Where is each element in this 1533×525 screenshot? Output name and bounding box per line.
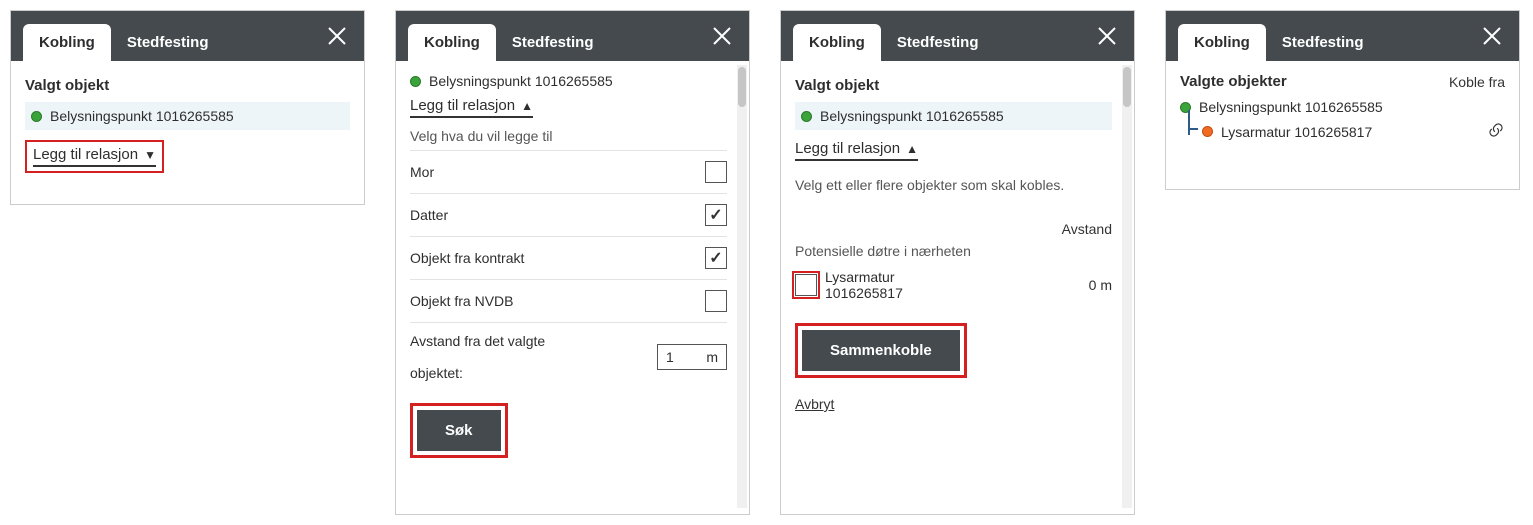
chevron-down-icon: ▼ xyxy=(144,148,156,162)
close-icon[interactable] xyxy=(1475,19,1509,53)
candidate-row: Lysarmatur 1016265817 0 m xyxy=(795,265,1112,305)
checkbox-kontrakt[interactable] xyxy=(705,247,727,269)
helper-text: Velg ett eller flere objekter som skal k… xyxy=(795,177,1112,193)
tree-child-name: Lysarmatur 1016265817 xyxy=(1221,124,1372,140)
add-relation-toggle[interactable]: Legg til relasjon ▲ xyxy=(795,140,918,161)
panel-header: Kobling Stedfesting xyxy=(781,11,1134,61)
tab-kobling[interactable]: Kobling xyxy=(408,24,496,61)
option-row-mor: Mor xyxy=(410,150,727,193)
status-dot-icon xyxy=(801,111,812,122)
selected-object-heading: Valgt objekt xyxy=(795,77,1112,94)
close-icon[interactable] xyxy=(1090,19,1124,53)
distance-label-1: Avstand fra det valgte xyxy=(410,333,545,349)
tab-kobling[interactable]: Kobling xyxy=(793,24,881,61)
tree-parent-row[interactable]: Belysningspunkt 1016265585 xyxy=(1180,96,1505,118)
helper-text: Velg hva du vil legge til xyxy=(410,128,727,144)
highlight-box: Sammenkoble xyxy=(795,323,967,378)
selected-object-heading: Valgt objekt xyxy=(25,77,350,94)
status-dot-icon xyxy=(410,76,421,87)
add-relation-label: Legg til relasjon xyxy=(410,97,515,114)
chevron-up-icon: ▲ xyxy=(906,142,918,156)
selected-object-row[interactable]: Belysningspunkt 1016265585 xyxy=(795,102,1112,130)
tab-kobling[interactable]: Kobling xyxy=(1178,24,1266,61)
add-relation-label: Legg til relasjon xyxy=(33,146,138,163)
add-relation-toggle[interactable]: Legg til relasjon ▼ xyxy=(33,146,156,167)
option-label: Datter xyxy=(410,207,448,223)
status-dot-icon xyxy=(31,111,42,122)
selected-object-row[interactable]: Belysningspunkt 1016265585 xyxy=(25,102,350,130)
close-icon[interactable] xyxy=(320,19,354,53)
checkbox-datter[interactable] xyxy=(705,204,727,226)
tree-child-row[interactable]: Lysarmatur 1016265817 xyxy=(1180,118,1505,145)
highlight-box: Søk xyxy=(410,403,508,458)
option-row-datter: Datter xyxy=(410,193,727,236)
highlight-box: Legg til relasjon ▼ xyxy=(25,140,164,173)
close-icon[interactable] xyxy=(705,19,739,53)
tab-kobling[interactable]: Kobling xyxy=(23,24,111,61)
connect-button[interactable]: Sammenkoble xyxy=(802,330,960,371)
add-relation-label: Legg til relasjon xyxy=(795,140,900,157)
cancel-link[interactable]: Avbryt xyxy=(795,396,834,412)
tree-parent-name: Belysningspunkt 1016265585 xyxy=(1199,99,1383,115)
tab-stedfesting[interactable]: Stedfesting xyxy=(881,24,995,61)
panel-body: Valgte objekter Koble fra Belysningspunk… xyxy=(1166,61,1519,189)
selected-object-name: Belysningspunkt 1016265585 xyxy=(50,108,234,124)
panel-step-2: Kobling Stedfesting Belysningspunkt 1016… xyxy=(395,10,750,515)
candidate-name: Lysarmatur 1016265817 xyxy=(825,269,975,301)
selected-objects-heading: Valgte objekter xyxy=(1180,73,1287,90)
panel-step-1: Kobling Stedfesting Valgt objekt Belysni… xyxy=(10,10,365,205)
selected-object-name: Belysningspunkt 1016265585 xyxy=(820,108,1004,124)
panel-body: Belysningspunkt 1016265585 Legg til rela… xyxy=(396,61,749,514)
option-row-kontrakt: Objekt fra kontrakt xyxy=(410,236,727,279)
checkbox-mor[interactable] xyxy=(705,161,727,183)
distance-column-header: Avstand xyxy=(795,221,1112,237)
candidate-distance: 0 m xyxy=(1089,277,1112,293)
search-button[interactable]: Søk xyxy=(417,410,501,451)
panel-header: Kobling Stedfesting xyxy=(1166,11,1519,61)
distance-label-2: objektet: xyxy=(410,365,545,381)
distance-value: 1 xyxy=(666,349,674,365)
distance-input[interactable]: 1 m xyxy=(657,344,727,370)
distance-unit: m xyxy=(706,349,718,365)
checkbox-candidate[interactable] xyxy=(795,274,817,296)
disconnect-link[interactable]: Koble fra xyxy=(1449,74,1505,90)
panel-body: Valgt objekt Belysningspunkt 1016265585 … xyxy=(781,61,1134,514)
status-dot-icon xyxy=(1202,126,1213,137)
option-label: Objekt fra NVDB xyxy=(410,293,513,309)
chevron-up-icon: ▲ xyxy=(521,99,533,113)
tab-stedfesting[interactable]: Stedfesting xyxy=(1266,24,1380,61)
panel-step-3: Kobling Stedfesting Valgt objekt Belysni… xyxy=(780,10,1135,515)
option-row-nvdb: Objekt fra NVDB xyxy=(410,279,727,322)
add-relation-toggle[interactable]: Legg til relasjon ▲ xyxy=(410,97,533,118)
panel-header: Kobling Stedfesting xyxy=(11,11,364,61)
panel-body: Valgt objekt Belysningspunkt 1016265585 … xyxy=(11,61,364,204)
selected-object-name: Belysningspunkt 1016265585 xyxy=(429,73,613,89)
option-label: Mor xyxy=(410,164,434,180)
relation-tree: Belysningspunkt 1016265585 Lysarmatur 10… xyxy=(1180,96,1505,145)
tab-stedfesting[interactable]: Stedfesting xyxy=(111,24,225,61)
checkbox-nvdb[interactable] xyxy=(705,290,727,312)
tab-stedfesting[interactable]: Stedfesting xyxy=(496,24,610,61)
panel-header: Kobling Stedfesting xyxy=(396,11,749,61)
unlink-icon[interactable] xyxy=(1487,121,1505,142)
candidates-label: Potensielle døtre i nærheten xyxy=(795,243,1112,259)
option-label: Objekt fra kontrakt xyxy=(410,250,524,266)
panel-step-4: Kobling Stedfesting Valgte objekter Kobl… xyxy=(1165,10,1520,190)
distance-row: Avstand fra det valgte objektet: 1 m xyxy=(410,322,727,381)
